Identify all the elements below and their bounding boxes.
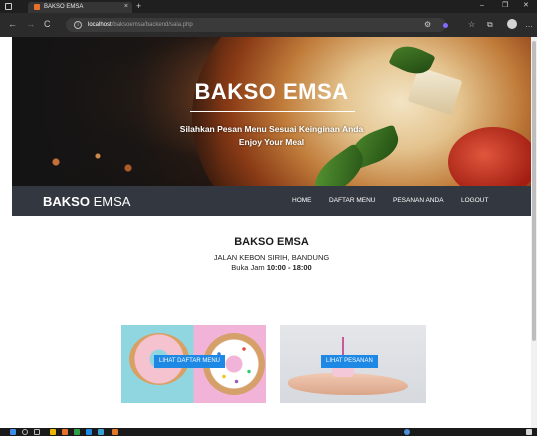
nav-home[interactable]: HOME — [292, 197, 312, 205]
reload-icon[interactable]: C — [44, 18, 51, 30]
brand-logo[interactable]: BAKSO EMSA — [43, 194, 130, 209]
maximize-icon[interactable]: ❐ — [502, 1, 508, 11]
nav-daftar-menu[interactable]: DAFTAR MENU — [329, 197, 375, 205]
url-field[interactable]: i localhost/baksoemsa/backend/saia.php — [66, 18, 446, 32]
hero-divider — [190, 111, 355, 112]
app-icon[interactable] — [62, 429, 68, 435]
url-path: /baksoemsa/backend/saia.php — [111, 22, 193, 28]
app-icon[interactable] — [98, 429, 104, 435]
tab-actions-icon[interactable] — [5, 3, 12, 10]
start-icon[interactable] — [10, 429, 16, 435]
nav-logout[interactable]: LOGOUT — [461, 197, 488, 205]
extension-icon[interactable]: ⚙ — [424, 19, 431, 31]
hero-subtitle: Silahkan Pesan Menu Sesuai Keinginan And… — [12, 123, 531, 149]
forward-icon[interactable]: → — [26, 18, 35, 30]
hero-subtitle-line2: Enjoy Your Meal — [238, 137, 305, 147]
close-window-icon[interactable]: ✕ — [523, 1, 529, 11]
hero-crumbs-image — [32, 147, 152, 177]
search-icon[interactable] — [22, 429, 28, 435]
edge-icon[interactable] — [86, 429, 92, 435]
new-tab-icon[interactable]: + — [136, 1, 141, 11]
hero-title: BAKSO EMSA — [194, 79, 349, 104]
hero-banner: BAKSO EMSA Silahkan Pesan Menu Sesuai Ke… — [12, 37, 531, 186]
task-view-icon[interactable] — [34, 429, 40, 435]
back-icon[interactable]: ← — [8, 18, 17, 30]
notification-icon[interactable] — [526, 429, 532, 435]
shop-name: BAKSO EMSA — [234, 236, 309, 248]
minimize-icon[interactable]: – — [480, 1, 484, 11]
page-scrollbar[interactable] — [531, 37, 537, 428]
collections-icon[interactable]: ⧉ — [487, 19, 493, 31]
favicon-icon — [34, 4, 40, 10]
nav-pesanan-anda[interactable]: PESANAN ANDA — [393, 197, 444, 205]
more-menu-icon[interactable]: … — [525, 19, 533, 31]
file-explorer-icon[interactable] — [50, 429, 56, 435]
hero-subtitle-line1: Silahkan Pesan Menu Sesuai Keinginan And… — [179, 124, 364, 134]
favorites-icon[interactable]: ☆ — [468, 19, 475, 31]
hours-value: 10:00 - 18:00 — [266, 263, 312, 272]
candle-image — [342, 337, 344, 355]
tab-title: BAKSO EMSA — [44, 4, 84, 10]
hours-label: Buka Jam — [231, 263, 267, 272]
app-icon[interactable] — [112, 429, 118, 435]
browser-tab[interactable]: BAKSO EMSA × — [28, 2, 132, 13]
weather-icon[interactable] — [404, 429, 410, 435]
site-info-icon[interactable]: i — [74, 21, 82, 29]
extension-dot-icon[interactable] — [443, 23, 448, 28]
scrollbar-thumb[interactable] — [532, 41, 536, 341]
os-taskbar — [0, 428, 537, 436]
view-orders-button[interactable]: LIHAT PESANAN — [321, 355, 378, 368]
url-host: localhost — [88, 22, 112, 28]
shop-hours: Buka Jam 10:00 - 18:00 — [12, 263, 531, 272]
view-menu-button[interactable]: LIHAT DAFTAR MENU — [154, 355, 226, 368]
profile-avatar[interactable] — [507, 19, 517, 29]
brand-bold: BAKSO — [43, 194, 90, 209]
url-text: localhost/baksoemsa/backend/saia.php — [88, 20, 193, 30]
app-icon[interactable] — [74, 429, 80, 435]
tab-close-icon[interactable]: × — [124, 2, 128, 12]
address-bar: ← → C i localhost/baksoemsa/backend/saia… — [0, 13, 537, 37]
brand-rest: EMSA — [89, 194, 131, 209]
main-navbar: BAKSO EMSA HOME DAFTAR MENU PESANAN ANDA… — [12, 186, 531, 216]
browser-tab-bar: BAKSO EMSA × + – ❐ ✕ — [0, 0, 537, 13]
shop-address: JALAN KEBON SIRIH, BANDUNG — [213, 253, 330, 262]
